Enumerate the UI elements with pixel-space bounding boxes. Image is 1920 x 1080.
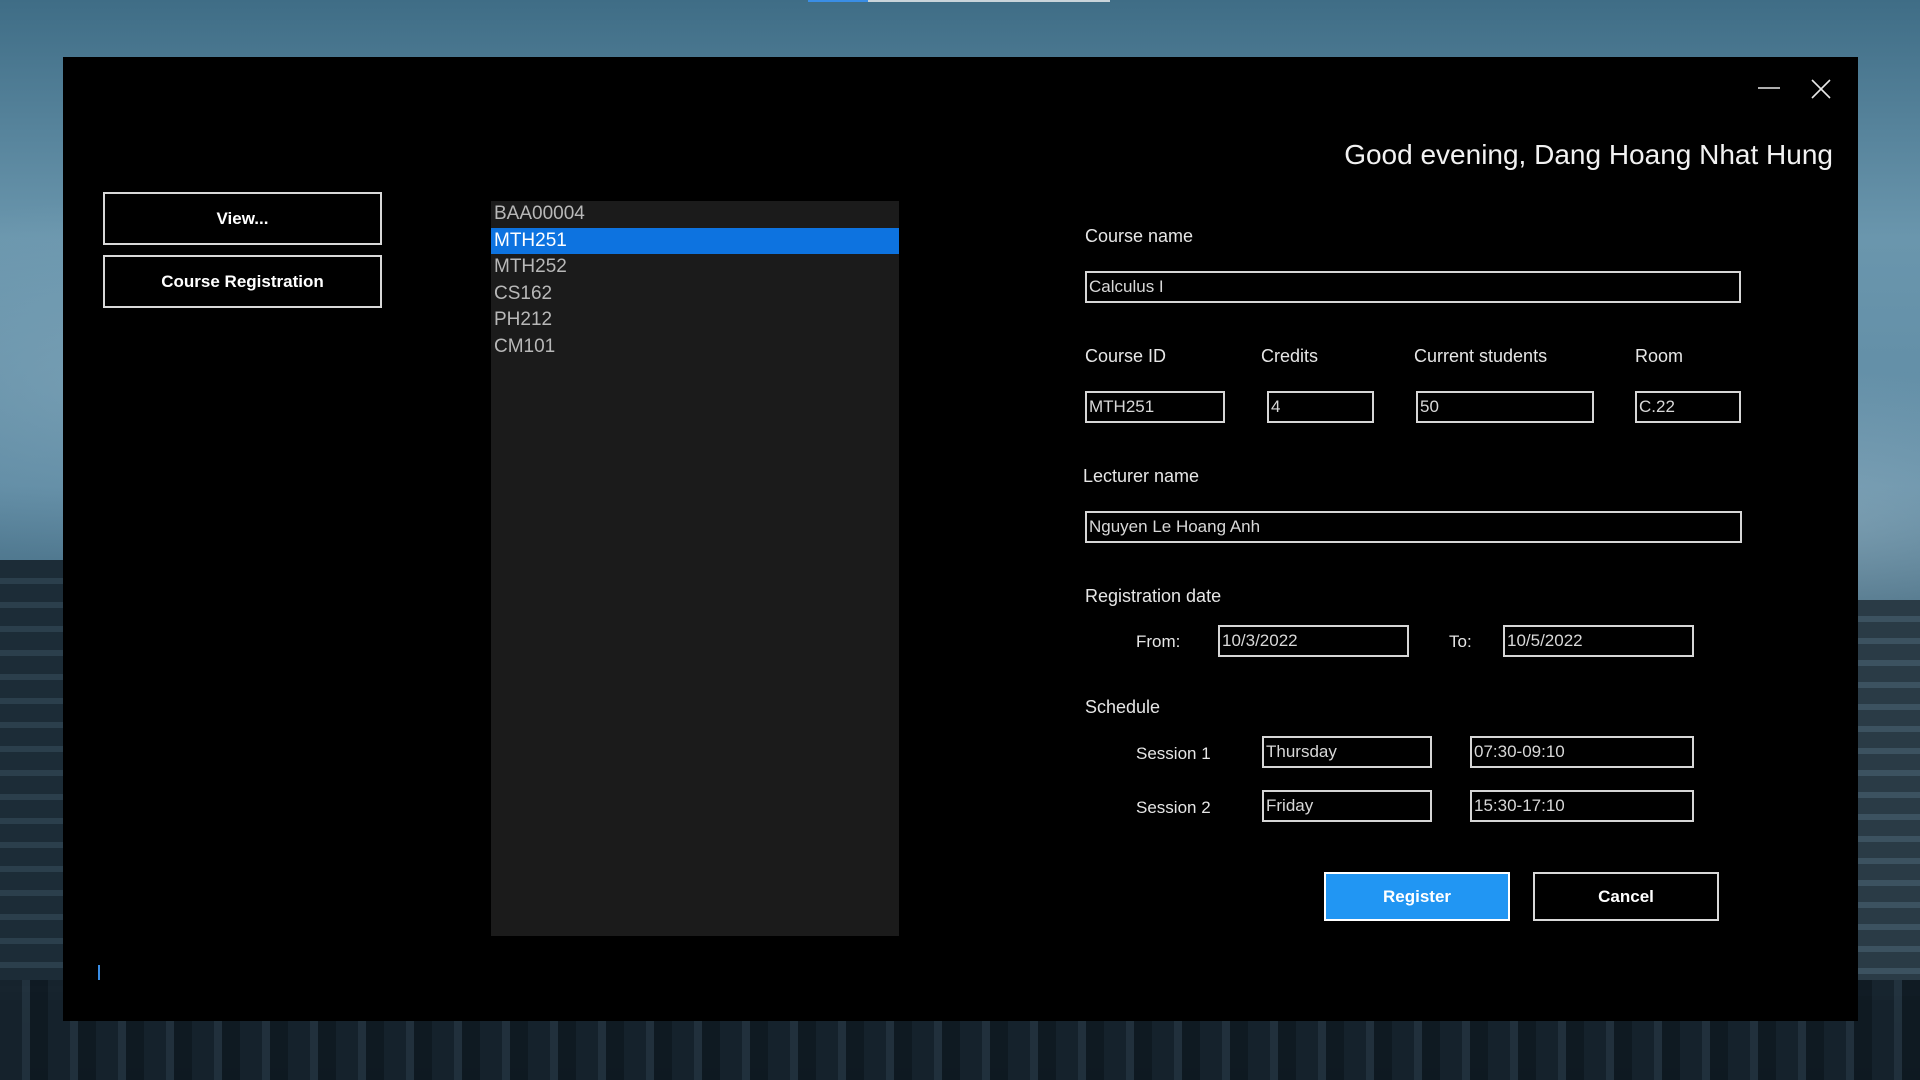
course-list-item[interactable]: CM101 <box>491 334 899 361</box>
current-students-label: Current students <box>1414 346 1548 366</box>
registration-date-label: Registration date <box>1085 586 1222 606</box>
desktop-background-buildings-right <box>1858 600 1920 1000</box>
cancel-button[interactable]: Cancel <box>1533 872 1719 921</box>
greeting-text: Good evening, Dang Hoang Nhat Hung <box>1344 139 1833 170</box>
course-list-item[interactable]: CS162 <box>491 281 899 308</box>
view-button[interactable]: View... <box>103 192 382 245</box>
course-list-item-selected[interactable]: MTH251 <box>491 227 899 254</box>
session-1-time-field[interactable]: 07:30-09:10 <box>1470 736 1694 768</box>
to-label: To: <box>1449 632 1472 651</box>
register-button[interactable]: Register <box>1324 872 1510 921</box>
course-registration-button[interactable]: Course Registration <box>103 255 382 308</box>
course-id-field[interactable]: MTH251 <box>1085 391 1225 423</box>
course-name-label: Course name <box>1085 226 1194 246</box>
room-label: Room <box>1635 346 1684 366</box>
current-students-field[interactable]: 50 <box>1416 391 1594 423</box>
lecturer-name-field[interactable]: Nguyen Le Hoang Anh <box>1085 511 1742 543</box>
close-button[interactable] <box>1801 71 1841 105</box>
course-list-item[interactable]: MTH252 <box>491 254 899 281</box>
from-label: From: <box>1136 632 1181 651</box>
top-edge-accent <box>808 0 868 2</box>
credits-field[interactable]: 4 <box>1267 391 1374 423</box>
to-date-field[interactable]: 10/5/2022 <box>1503 625 1694 657</box>
top-edge-indicator <box>808 0 1110 2</box>
focus-caret <box>98 965 100 980</box>
session-1-day-field[interactable]: Thursday <box>1262 736 1432 768</box>
minimize-button[interactable] <box>1748 71 1788 105</box>
session-2-day-field[interactable]: Friday <box>1262 790 1432 822</box>
session-2-label: Session 2 <box>1136 798 1211 817</box>
close-icon <box>1811 79 1831 99</box>
schedule-label: Schedule <box>1085 697 1161 717</box>
course-list-item[interactable]: PH212 <box>491 307 899 334</box>
course-list[interactable]: BAA00004 MTH251 MTH252 CS162 PH212 CM101 <box>491 201 899 936</box>
session-2-time-field[interactable]: 15:30-17:10 <box>1470 790 1694 822</box>
room-field[interactable]: C.22 <box>1635 391 1741 423</box>
from-date-field[interactable]: 10/3/2022 <box>1218 625 1409 657</box>
session-1-label: Session 1 <box>1136 744 1211 763</box>
desktop-background-buildings-left <box>0 560 64 1000</box>
lecturer-name-label: Lecturer name <box>1083 466 1200 486</box>
course-list-item[interactable]: BAA00004 <box>491 201 899 228</box>
course-name-field[interactable]: Calculus I <box>1085 271 1741 303</box>
minimize-icon <box>1758 87 1780 89</box>
app-window: Good evening, Dang Hoang Nhat Hung View.… <box>63 57 1858 1021</box>
course-id-label: Course ID <box>1085 346 1167 366</box>
credits-label: Credits <box>1261 346 1319 366</box>
